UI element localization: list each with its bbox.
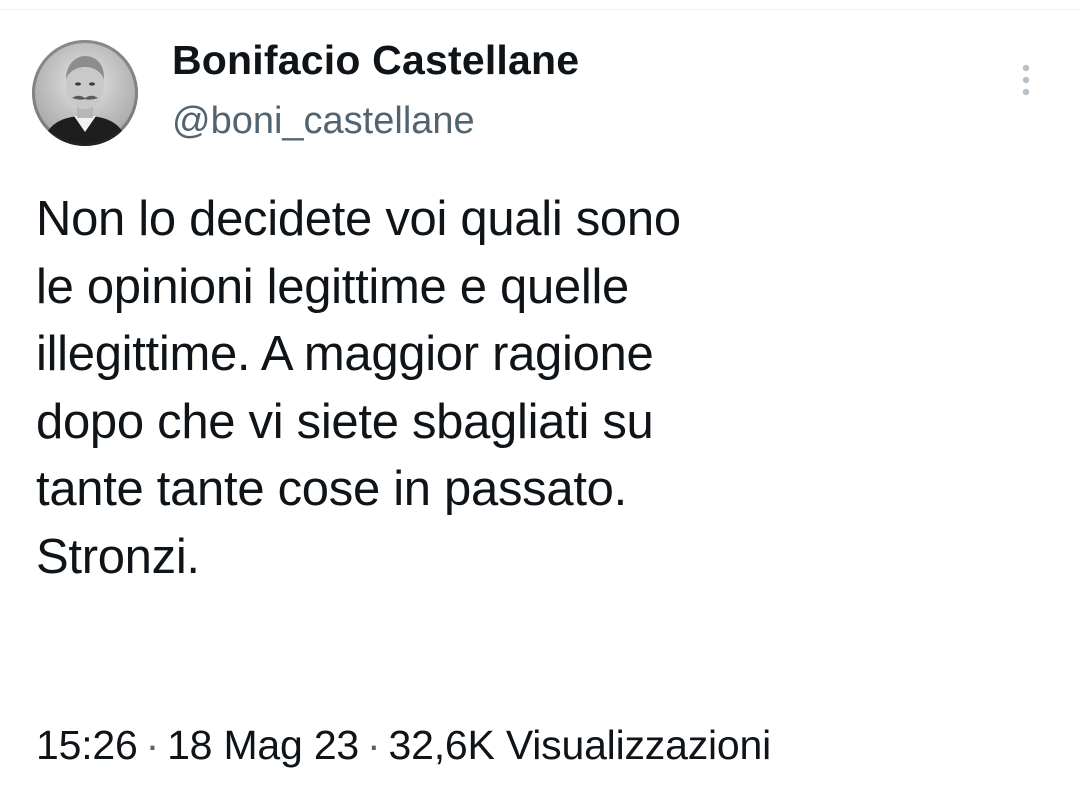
meta-separator: ·	[145, 722, 160, 768]
views-label: Visualizzazioni	[505, 722, 772, 768]
top-divider	[0, 0, 1080, 10]
tweet-time[interactable]: 15:26	[36, 722, 138, 768]
tweet-header: Bonifacio Castellane @boni_castellane	[30, 36, 1050, 152]
more-vertical-icon	[1022, 64, 1030, 96]
tweet-text: Non lo decidete voi quali sono le opinio…	[36, 192, 681, 584]
display-name[interactable]: Bonifacio Castellane	[172, 36, 579, 84]
more-options-button[interactable]	[1016, 60, 1036, 104]
portrait-photo-icon	[32, 40, 138, 146]
author-names: Bonifacio Castellane @boni_castellane	[172, 36, 579, 144]
avatar[interactable]	[32, 40, 138, 146]
meta-separator: ·	[367, 722, 381, 768]
views-count: 32,6K	[388, 722, 495, 768]
tweet-date[interactable]: 18 Mag 23	[167, 722, 359, 768]
tweet-meta: 15:26 · 18 Mag 23 · 32,6K Visualizzazioni	[36, 717, 771, 773]
user-handle[interactable]: @boni_castellane	[172, 98, 579, 144]
